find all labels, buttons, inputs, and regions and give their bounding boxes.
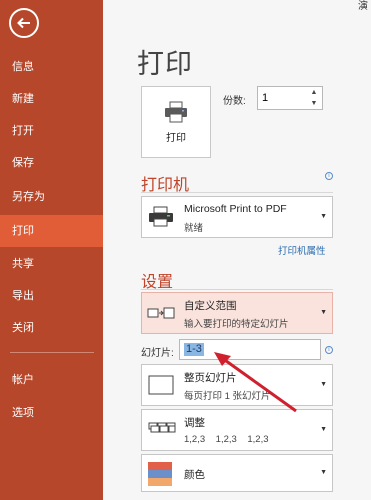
nav-open[interactable]: 打开 <box>0 115 103 147</box>
printer-icon <box>165 101 187 122</box>
nav-close[interactable]: 关闭 <box>0 312 103 344</box>
copies-input[interactable] <box>262 90 306 106</box>
section-divider <box>141 192 333 193</box>
collate-select[interactable]: 调整 1,2,3 1,2,3 1,2,3 ▼ <box>141 409 333 451</box>
chevron-down-icon: ▼ <box>320 469 327 476</box>
nav-options[interactable]: 选项 <box>0 397 103 429</box>
copies-stepper[interactable]: ▲ ▼ <box>257 86 323 110</box>
printer-name: Microsoft Print to PDF <box>184 203 287 215</box>
nav-save-as[interactable]: 另存为 <box>0 181 103 213</box>
print-range-select[interactable]: 自定义范围 输入要打印的特定幻灯片 ▼ <box>141 292 333 334</box>
chevron-down-icon: ▼ <box>320 309 327 316</box>
spin-down-icon[interactable]: ▼ <box>309 99 319 109</box>
nav-export[interactable]: 导出 <box>0 280 103 312</box>
chevron-down-icon: ▼ <box>320 213 327 220</box>
chevron-down-icon: ▼ <box>320 426 327 433</box>
range-title: 自定义范围 <box>184 300 237 312</box>
printer-select[interactable]: Microsoft Print to PDF 就绪 ▼ <box>141 196 333 238</box>
color-title: 颜色 <box>184 469 205 481</box>
spin-up-icon[interactable]: ▲ <box>309 88 319 98</box>
print-button-label: 打印 <box>166 132 186 144</box>
range-subtitle: 输入要打印的特定幻灯片 <box>184 319 289 330</box>
printer-properties-link[interactable]: 打印机属性 <box>278 243 326 257</box>
info-icon[interactable]: i <box>325 172 333 180</box>
collate-icon <box>148 422 176 433</box>
collate-title: 调整 <box>184 417 205 429</box>
nav-info[interactable]: 信息 <box>0 51 103 83</box>
slides-label: 幻灯片: <box>141 348 174 359</box>
full-page-slide-icon <box>148 375 174 395</box>
window-title-fragment: 演 <box>358 1 368 12</box>
custom-range-icon <box>147 307 175 319</box>
chevron-down-icon: ▼ <box>320 381 327 388</box>
info-icon[interactable]: i <box>325 346 333 354</box>
back-arrow-icon <box>17 17 30 29</box>
color-select[interactable]: 颜色 ▼ <box>141 454 333 492</box>
layout-select[interactable]: 整页幻灯片 每页打印 1 张幻灯片 ▼ <box>141 364 333 406</box>
section-divider <box>141 289 333 290</box>
nav-save[interactable]: 保存 <box>0 147 103 179</box>
collate-subtitle: 1,2,3 1,2,3 1,2,3 <box>184 434 269 445</box>
backstage-sidebar: 信息 新建 打开 保存 另存为 打印 共享 导出 关闭 帐户 选项 <box>0 0 103 500</box>
nav-divider <box>10 352 94 353</box>
nav-new[interactable]: 新建 <box>0 83 103 115</box>
color-swatch-icon <box>148 462 172 486</box>
slides-input[interactable]: 1-3 <box>179 339 321 360</box>
slides-input-value: 1-3 <box>184 343 204 356</box>
copies-label: 份数: <box>223 96 246 107</box>
page-title: 打印 <box>137 49 193 79</box>
layout-title: 整页幻灯片 <box>184 372 237 384</box>
print-button[interactable]: 打印 <box>141 86 211 158</box>
nav-share[interactable]: 共享 <box>0 248 103 280</box>
nav-print[interactable]: 打印 <box>0 215 103 247</box>
printer-status: 就绪 <box>184 223 204 234</box>
print-panel: 演 打印 打印 份数: ▲ ▼ 打印机 i Microsoft Print to… <box>103 0 371 500</box>
nav-account[interactable]: 帐户 <box>0 364 103 396</box>
layout-subtitle: 每页打印 1 张幻灯片 <box>184 391 271 402</box>
pdf-printer-icon <box>149 206 173 227</box>
back-button[interactable] <box>9 8 39 38</box>
